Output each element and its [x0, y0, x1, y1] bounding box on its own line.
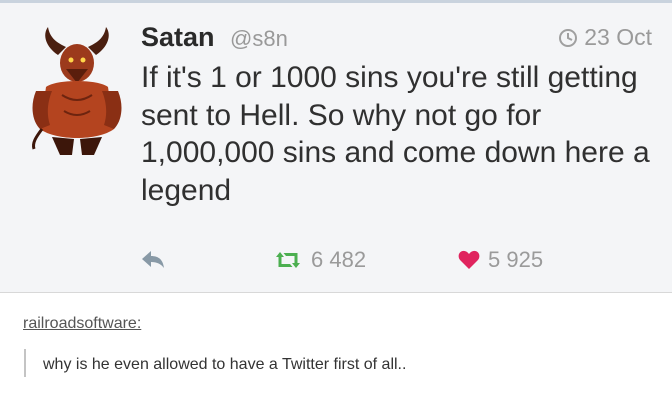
avatar[interactable]	[28, 25, 126, 157]
timestamp-text: 23 Oct	[584, 24, 652, 50]
user-handle[interactable]: @s8n	[230, 26, 288, 52]
reply-icon	[142, 251, 164, 268]
tweet-card: Satan @s8n 23 Oct If it's 1 or 1000 sins…	[0, 0, 672, 292]
retweet-count: 6 482	[311, 247, 367, 272]
like-count: 5 925	[488, 247, 544, 272]
reply-button[interactable]	[140, 247, 166, 271]
reblog-username-link[interactable]: railroadsoftware:	[23, 315, 141, 333]
tweet-timestamp[interactable]: 23 Oct	[558, 24, 652, 51]
like-button[interactable]: 5 925	[458, 247, 543, 273]
display-name[interactable]: Satan	[141, 22, 215, 53]
retweet-icon	[276, 252, 300, 268]
retweet-button[interactable]: 6 482	[273, 247, 366, 273]
post-divider	[0, 292, 672, 293]
quote-bar	[24, 349, 26, 377]
tweet-text: If it's 1 or 1000 sins you're still gett…	[141, 61, 650, 207]
avatar-devil-icon	[32, 27, 122, 155]
reblog-comment: why is he even allowed to have a Twitter…	[43, 356, 407, 373]
heart-icon	[458, 250, 480, 269]
clock-icon	[559, 28, 578, 47]
tweet-actions: 6 482 5 925	[140, 243, 600, 279]
